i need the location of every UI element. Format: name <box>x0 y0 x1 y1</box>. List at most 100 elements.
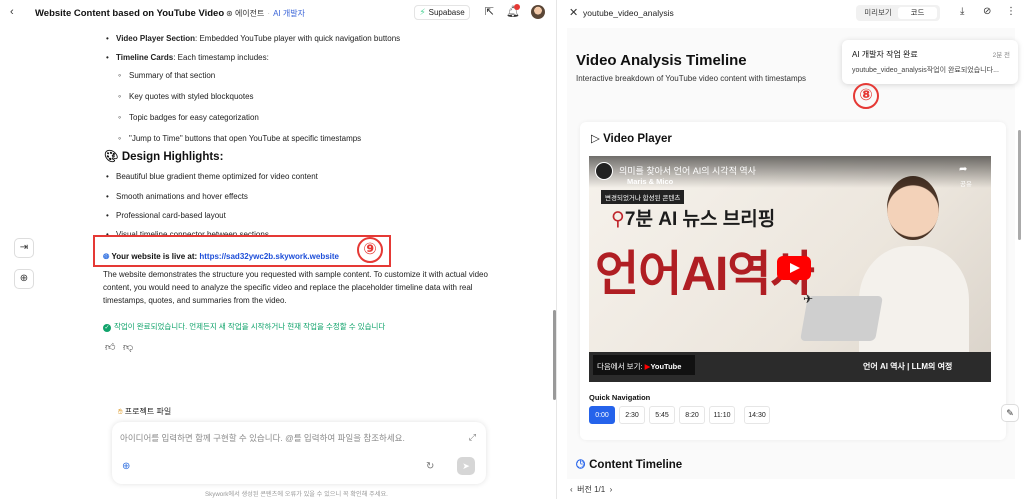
thumbs-up-icon[interactable]: 👍︎ <box>105 341 115 353</box>
bullet-bold: Video Player Section <box>116 34 195 43</box>
watch-on-label: 다음에서 보기: <box>597 362 643 371</box>
clock-icon: 🕒︎ <box>576 459 586 471</box>
list-item: Professional card-based layout <box>106 211 318 230</box>
annotation-box <box>93 235 391 267</box>
version-bar: ‹ 버전 1/1 › <box>558 479 1024 499</box>
page-subtitle: Interactive breakdown of YouTube video c… <box>576 74 807 83</box>
agent-role: AI 개발자 <box>273 9 305 18</box>
supabase-label: Supabase <box>428 8 465 17</box>
project-file-chip[interactable]: ✋︎ 프로젝트 파일 <box>118 406 171 417</box>
version-nav[interactable]: ‹ 버전 1/1 › <box>570 484 612 495</box>
content-timeline-heading: 🕒︎ Content Timeline <box>576 459 682 472</box>
completion-text: 작업이 완료되었습니다. 언제든지 새 작업을 시작하거나 현재 작업을 수정할… <box>114 322 386 331</box>
supabase-button[interactable]: ⚡ Supabase <box>414 5 470 20</box>
video-caption: 언어 AI 역사 | LLM의 여정 <box>863 362 953 371</box>
next-icon[interactable]: › <box>610 485 613 494</box>
send-button[interactable]: ➤ <box>457 457 475 475</box>
youtube-label: YouTube <box>650 362 682 371</box>
back-icon[interactable]: ‹ <box>10 6 14 18</box>
quick-nav-button[interactable]: 0:00 <box>589 406 615 424</box>
live-url-link[interactable]: https://sad32ywc2b.skywork.website <box>199 252 339 261</box>
web-search-icon[interactable]: ⊕ <box>122 461 130 472</box>
bullet-text: : Each timestamp includes: <box>173 53 269 62</box>
hand-icon: ✋︎ <box>118 407 123 416</box>
list-item: Key quotes with styled blockquotes <box>118 91 361 112</box>
expand-icon[interactable]: ⤢ <box>469 432 476 443</box>
design-heading-text: Design Highlights: <box>121 151 224 163</box>
tab-preview[interactable]: 미리보기 <box>859 7 897 19</box>
watch-on-youtube-button[interactable]: 다음에서 보기: ▶YouTube <box>593 355 695 375</box>
share-icon[interactable]: ⇱ <box>483 6 496 19</box>
prev-icon[interactable]: ‹ <box>570 485 573 494</box>
airplane-icon: ✈ <box>803 292 814 306</box>
list-item: Timeline Cards: Each timestamp includes: <box>106 53 400 63</box>
feature-list: Video Player Section: Embedded YouTube p… <box>106 34 400 63</box>
compass-icon[interactable]: ⊘ <box>983 6 991 17</box>
timeline-card-list: Summary of that section Key quotes with … <box>118 70 361 154</box>
video-headline: ⚲7분 AI 뉴스 브리핑 <box>611 204 775 231</box>
toast-title: AI 개발자 작업 완료 <box>852 50 918 59</box>
agent-label[interactable]: ⊛ 에이전트 · AI 개발자 <box>226 8 305 19</box>
youtube-embed[interactable]: 의미를 찾아서 언어 AI의 시각적 역사 Maris & Mico ➦ 공유 … <box>589 156 991 382</box>
more-icon[interactable]: ⋮ <box>1006 6 1016 17</box>
agent-icon: ⊛ <box>226 9 233 18</box>
video-title[interactable]: 의미를 찾아서 언어 AI의 시각적 역사 <box>619 164 756 177</box>
palette-icon: 🎨︎ <box>104 151 119 163</box>
video-player-heading: ▷ Video Player <box>591 131 672 145</box>
list-item: Beautiful blue gradient theme optimized … <box>106 172 318 192</box>
completion-message: ✓ 작업이 완료되었습니다. 언제든지 새 작업을 시작하거나 현재 작업을 수정… <box>103 321 385 332</box>
play-outline-icon: ▷ <box>591 133 600 145</box>
panel-toggle-button[interactable]: ⇥ <box>14 238 34 258</box>
design-list: Beautiful blue gradient theme optimized … <box>106 172 318 240</box>
annotation-marker-9: ⑨ <box>357 237 383 263</box>
summary-paragraph: The website demonstrates the structure y… <box>103 270 488 305</box>
composer-input[interactable]: 아이디어를 입력하면 함께 구현할 수 있습니다. @를 입력하여 파일을 참조… <box>120 432 405 444</box>
thumbs-down-icon[interactable]: 👎︎ <box>123 341 133 353</box>
refresh-icon[interactable]: ↻ <box>426 461 434 472</box>
notification-badge <box>514 4 520 10</box>
list-item: Video Player Section: Embedded YouTube p… <box>106 34 400 44</box>
tab-code[interactable]: 코드 <box>898 7 937 19</box>
content-timeline-text: Content Timeline <box>589 459 683 471</box>
pin-icon: ⚲ <box>611 209 625 230</box>
view-toggle: 미리보기 코드 <box>856 5 940 21</box>
channel-logo[interactable] <box>595 162 613 180</box>
project-file-label: 프로젝트 파일 <box>124 407 172 416</box>
scrollbar[interactable] <box>553 310 556 400</box>
quick-nav-button[interactable]: 5:45 <box>649 406 675 424</box>
new-chat-button[interactable]: ⊕ <box>14 269 34 289</box>
globe-icon: 🌐︎ <box>103 252 110 261</box>
bolt-icon: ⚡ <box>419 7 426 17</box>
list-item: Summary of that section <box>118 70 361 91</box>
video-headline-text: 7분 AI 뉴스 브리핑 <box>624 209 776 230</box>
agent-name: 에이전트 <box>234 9 265 18</box>
annotation-marker-8: ⑧ <box>853 83 879 109</box>
quick-nav-button[interactable]: 11:10 <box>709 406 735 424</box>
quick-nav-button[interactable]: 8:20 <box>679 406 705 424</box>
video-player-heading-text: Video Player <box>603 133 672 145</box>
quick-nav-button[interactable]: 14:30 <box>744 406 770 424</box>
feedback-icon[interactable]: ✎ <box>1001 404 1019 422</box>
scrollbar[interactable] <box>1018 130 1021 240</box>
download-icon[interactable]: ⤓ <box>960 6 964 17</box>
live-url-line: 🌐︎ Your website is live at: https://sad3… <box>103 252 339 262</box>
close-icon[interactable]: ✕ <box>569 6 578 19</box>
quick-nav-label: Quick Navigation <box>589 393 651 402</box>
quick-nav-button[interactable]: 2:30 <box>619 406 645 424</box>
bullet-bold: Timeline Cards <box>116 53 174 62</box>
chat-pane: ‹ Website Content based on YouTube Video… <box>0 0 557 499</box>
avatar[interactable] <box>531 5 545 19</box>
play-button[interactable] <box>777 256 811 280</box>
chat-header: ‹ Website Content based on YouTube Video… <box>0 0 557 26</box>
toast-time: 2분 전 <box>992 52 1010 59</box>
list-item: Smooth animations and hover effects <box>106 192 318 211</box>
share-arrow-icon[interactable]: ➦ <box>959 164 967 175</box>
share-label: 공유 <box>960 181 972 188</box>
design-heading: 🎨︎ Design Highlights: <box>104 149 223 163</box>
preview-pane: ✕ youtube_video_analysis 미리보기 코드 ⤓ ⊘ ⋮ V… <box>558 0 1024 499</box>
composer[interactable]: 아이디어를 입력하면 함께 구현할 수 있습니다. @를 입력하여 파일을 참조… <box>112 422 486 484</box>
list-item: Topic badges for easy categorization <box>118 112 361 133</box>
live-label: Your website is live at: <box>111 252 198 261</box>
channel-name: Maris & Mico <box>627 177 674 186</box>
notification-toast[interactable]: AI 개발자 작업 완료 2분 전 youtube_video_analysis… <box>842 40 1018 84</box>
